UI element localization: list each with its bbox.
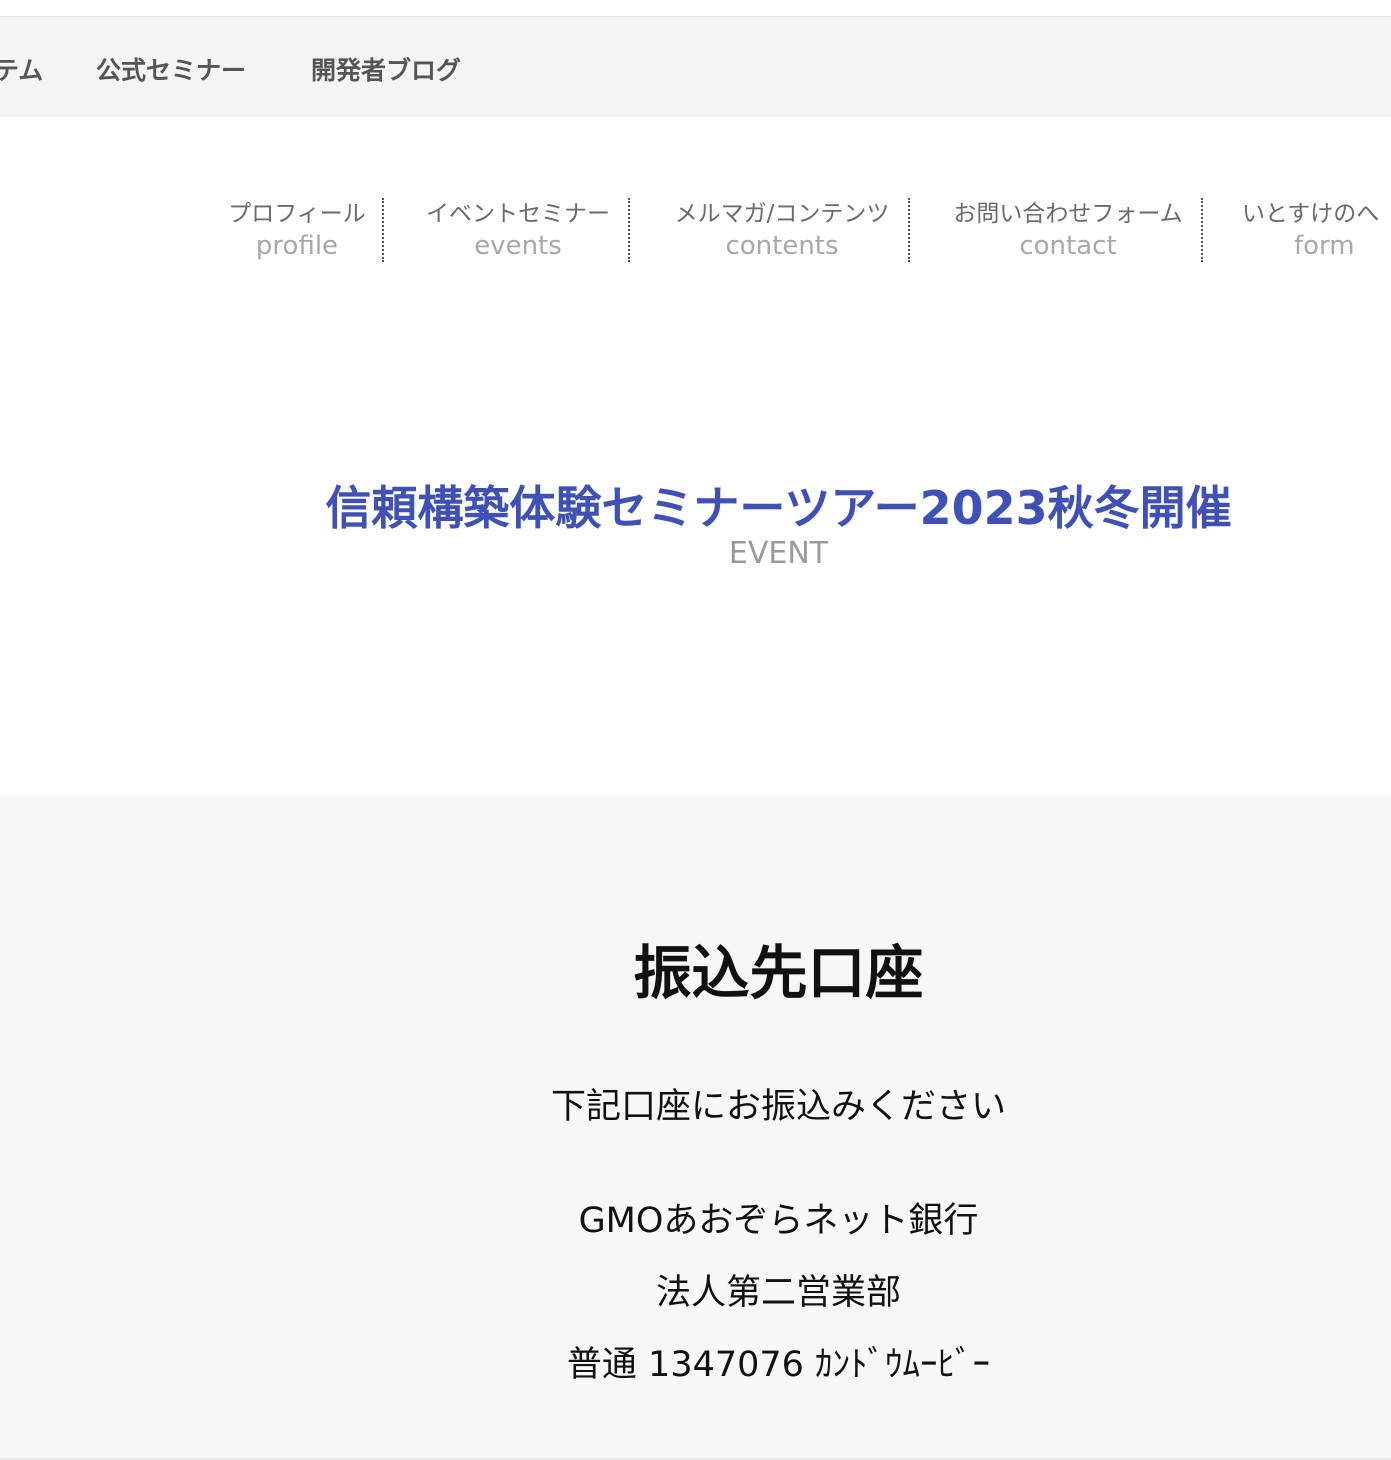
top-nav-item-system[interactable]: テム — [0, 51, 43, 87]
nav-item-form[interactable]: いとすけのへ form — [1242, 198, 1391, 262]
nav-item-profile-jp: プロフィール — [228, 201, 366, 227]
global-nav: プロフィール profile イベントセミナー events メルマガ/コンテン… — [0, 198, 1391, 262]
nav-item-profile-en: profile — [255, 231, 339, 261]
top-nav-item-official-seminar[interactable]: 公式セミナー — [96, 51, 246, 87]
top-nav: テム 公式セミナー 開発者ブログ — [0, 17, 1391, 117]
nav-item-contact[interactable]: お問い合わせフォーム contact — [944, 198, 1192, 262]
nav-item-events-en: events — [474, 231, 562, 261]
nav-item-contents-jp: メルマガ/コンテンツ — [674, 201, 890, 227]
event-subtitle: EVENT — [728, 536, 829, 571]
bank-branch: 法人第二営業部 — [655, 1273, 901, 1313]
nav-item-contact-jp: お問い合わせフォーム — [953, 201, 1183, 227]
top-nav-item-dev-blog[interactable]: 開発者ブログ — [311, 51, 461, 87]
bank-account-section: 振込先口座 下記口座にお振込みください GMOあおぞらネット銀行 法人第二営業部… — [0, 796, 1391, 1460]
bank-note: 下記口座にお振込みください — [550, 1087, 1006, 1127]
nav-item-events[interactable]: イベントセミナー events — [418, 198, 618, 262]
nav-item-contact-en: contact — [1019, 231, 1117, 261]
bank-heading: 振込先口座 — [633, 939, 924, 1007]
nav-item-contents[interactable]: メルマガ/コンテンツ contents — [664, 198, 900, 262]
nav-item-form-en: form — [1294, 231, 1355, 261]
nav-separator — [628, 198, 630, 262]
nav-separator — [382, 198, 384, 262]
nav-item-profile[interactable]: プロフィール profile — [222, 198, 372, 262]
nav-separator — [908, 198, 910, 262]
nav-separator — [1201, 198, 1203, 262]
event-title: 信頼構築体験セミナーツアー2023秋冬開催 — [325, 481, 1232, 535]
bank-name: GMOあおぞらネット銀行 — [578, 1201, 979, 1241]
nav-item-form-jp: いとすけのへ — [1242, 201, 1380, 227]
bank-account: 普通 1347076 ｶﾝﾄﾞｳﾑｰﾋﾞｰ — [566, 1345, 991, 1385]
nav-item-events-jp: イベントセミナー — [426, 201, 610, 227]
top-strip — [0, 0, 1391, 17]
nav-item-contents-en: contents — [725, 231, 839, 261]
